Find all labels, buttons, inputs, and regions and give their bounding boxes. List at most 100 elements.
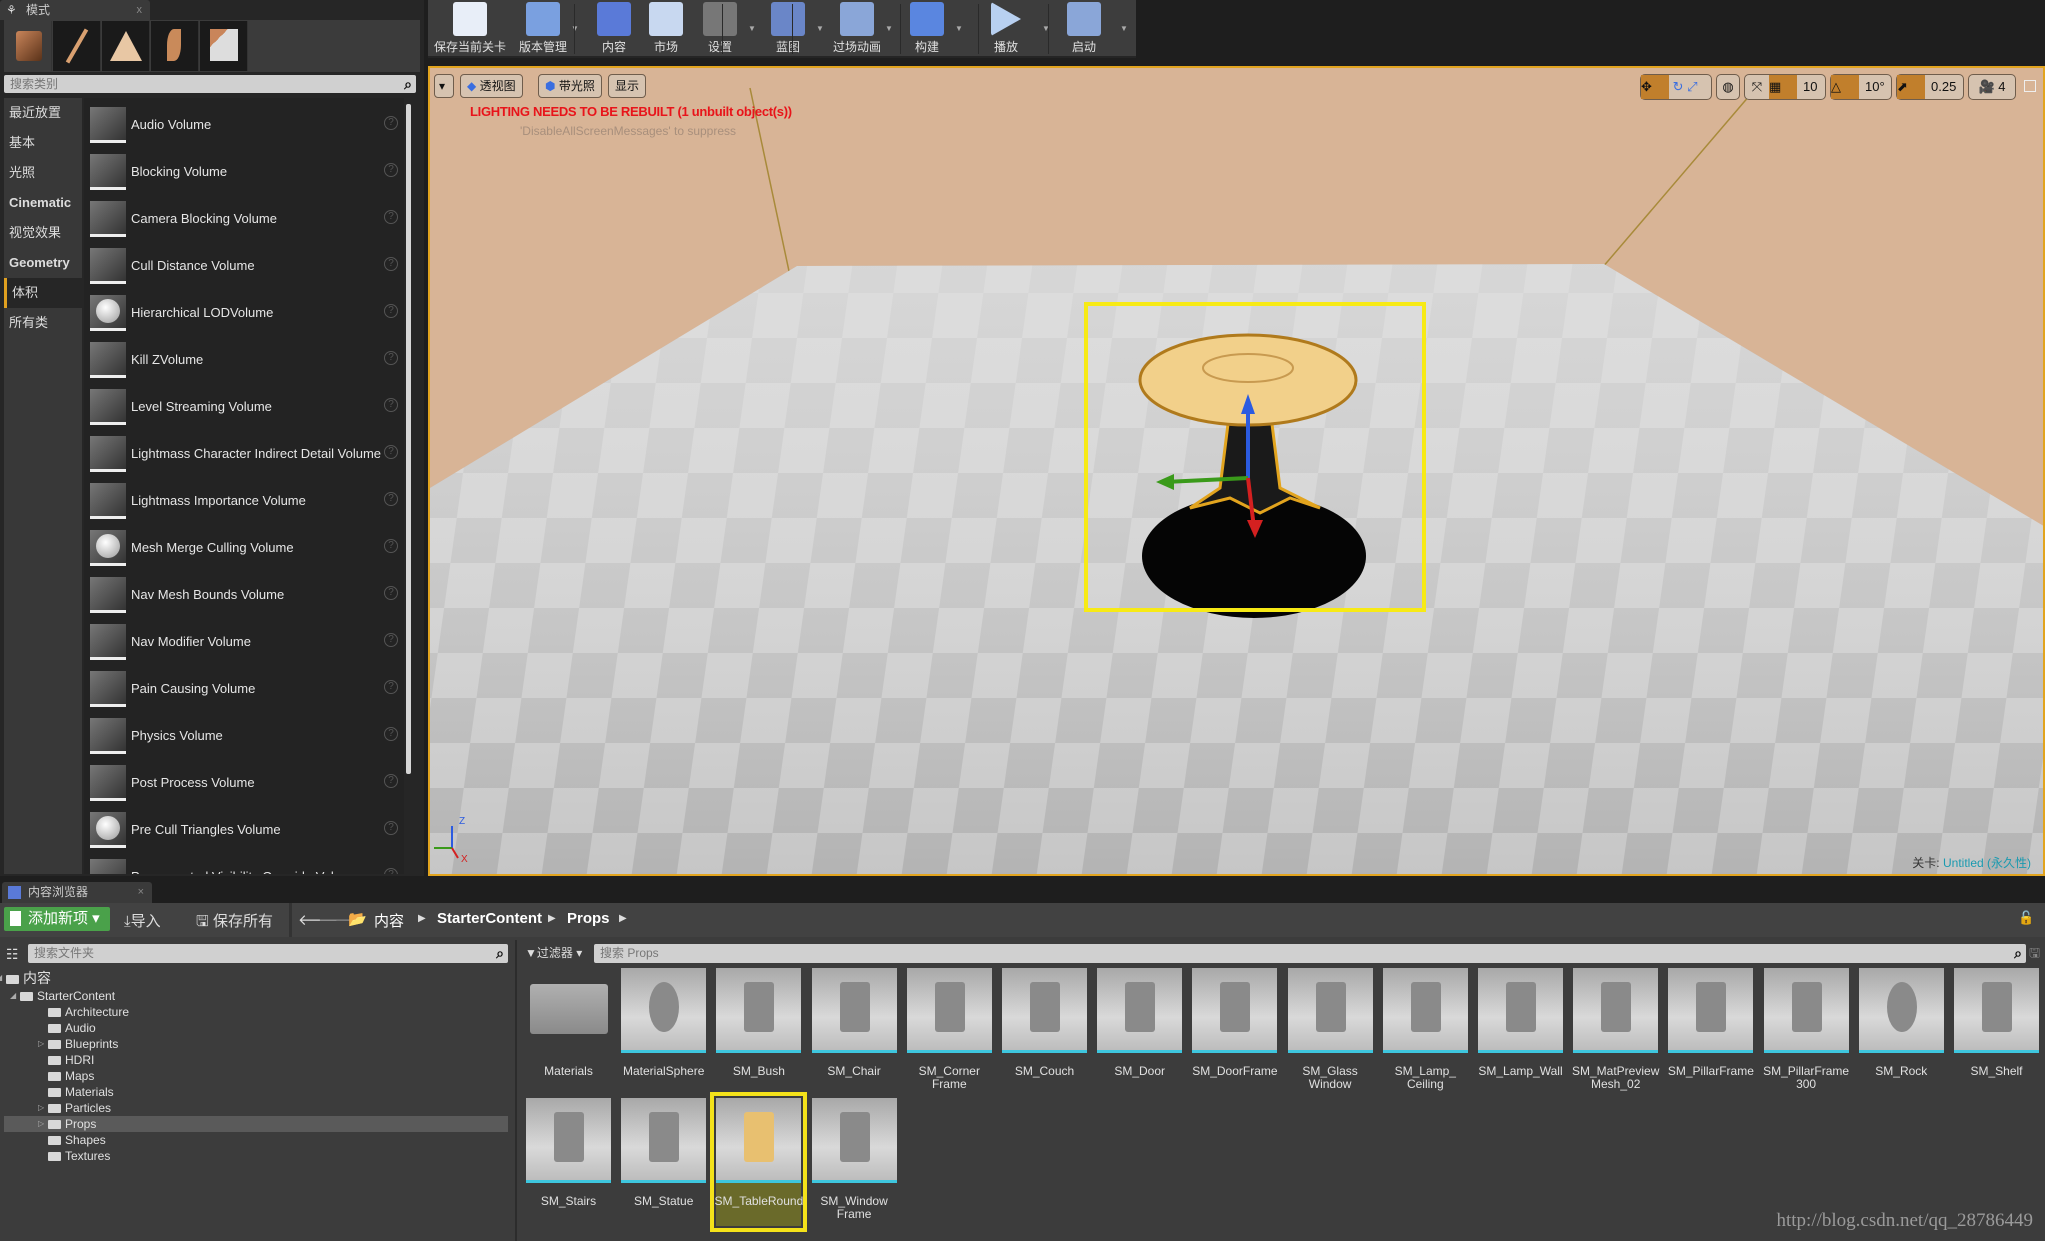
close-icon[interactable]: x	[137, 0, 143, 20]
level-viewport[interactable]: Z X ▾ ◆ 透视图 ⬢ 带光照 显示 LIGHTING NEEDS TO B…	[428, 66, 2045, 876]
category-item[interactable]: 视觉效果	[4, 218, 82, 248]
lock-icon[interactable]: 🔓	[2018, 910, 2034, 926]
asset-tile[interactable]: Materials	[526, 968, 611, 1096]
help-icon[interactable]: ?	[384, 304, 398, 318]
tree-folder-item[interactable]: ▷ Props	[38, 1116, 96, 1132]
camera-speed-button[interactable]: 🎥 4	[1968, 74, 2016, 100]
asset-tile[interactable]: SM_TableRound	[710, 1092, 808, 1232]
breadcrumb-content[interactable]: 内容	[374, 910, 404, 931]
volume-list-scrollbar[interactable]	[406, 104, 411, 774]
category-item[interactable]: 光照	[4, 158, 82, 188]
help-icon[interactable]: ?	[384, 210, 398, 224]
rotation-snap-group[interactable]: △ 10°	[1830, 74, 1892, 100]
tree-folder-item[interactable]: HDRI	[48, 1052, 94, 1068]
category-item[interactable]: 所有类	[4, 308, 82, 338]
volume-list-item[interactable]: Hierarchical LODVolume?	[90, 290, 400, 337]
asset-tile[interactable]: SM_Stairs	[526, 1098, 611, 1226]
expand-arrow-icon[interactable]: ▷	[38, 1036, 44, 1052]
volume-list-item[interactable]: Level Streaming Volume?	[90, 384, 400, 431]
asset-tile[interactable]: SM_Window Frame	[811, 1098, 897, 1226]
dropdown-arrow-icon[interactable]: ▼	[1120, 24, 1128, 33]
scale-snap-icon[interactable]: ⬈	[1897, 75, 1925, 99]
save-search-icon[interactable]: 🖫	[2029, 944, 2040, 966]
angle-icon[interactable]: △	[1831, 75, 1859, 99]
tree-folder-item[interactable]: Audio	[48, 1020, 96, 1036]
asset-tile[interactable]: SM_Door	[1097, 968, 1183, 1096]
help-icon[interactable]: ?	[384, 868, 398, 874]
volume-list-item[interactable]: Audio Volume?	[90, 102, 400, 149]
help-icon[interactable]: ?	[384, 398, 398, 412]
volume-list-item[interactable]: Lightmass Character Indirect Detail Volu…	[90, 431, 400, 478]
asset-tile[interactable]: SM_Rock	[1858, 968, 1944, 1096]
volume-list-item[interactable]: Cull Distance Volume?	[90, 243, 400, 290]
grid-snap-group[interactable]: ⤧ ▦ 10	[1744, 74, 1826, 100]
breadcrumb-props[interactable]: Props	[567, 910, 610, 927]
tree-folder-item[interactable]: Textures	[48, 1148, 110, 1164]
asset-search-input[interactable]: 搜索 Props ⌕	[594, 944, 2026, 963]
category-item[interactable]: 体积	[4, 278, 82, 308]
asset-tile[interactable]: SM_Lamp_Wall	[1478, 968, 1563, 1096]
asset-tile[interactable]: SM_Lamp_ Ceiling	[1382, 968, 1468, 1096]
help-icon[interactable]: ?	[384, 586, 398, 600]
place-mode-button[interactable]	[4, 21, 52, 71]
world-local-toggle[interactable]: ◍	[1716, 74, 1740, 100]
help-icon[interactable]: ?	[384, 774, 398, 788]
add-new-button[interactable]: 添加新项 ▾	[4, 907, 110, 931]
asset-tile[interactable]: SM_MatPreview Mesh_02	[1572, 968, 1659, 1096]
grid-snap-value[interactable]: 10	[1797, 79, 1817, 94]
volume-list-item[interactable]: Kill ZVolume?	[90, 337, 400, 384]
geometry-mode-button[interactable]	[200, 21, 248, 71]
category-search-input[interactable]: 搜索类别 ⌕	[4, 75, 416, 93]
breadcrumb-arrow-icon[interactable]: ▶	[619, 913, 627, 924]
viewport-options-dropdown[interactable]: ▾	[434, 74, 454, 98]
content-browser-tab[interactable]: 内容浏览器 ×	[2, 882, 152, 903]
category-item[interactable]: Cinematic	[4, 188, 82, 218]
folder-search-input[interactable]: 搜索文件夹 ⌕	[28, 944, 508, 963]
dropdown-arrow-icon[interactable]: ▼	[955, 24, 963, 33]
help-icon[interactable]: ?	[384, 727, 398, 741]
landscape-mode-button[interactable]	[102, 21, 150, 71]
tree-folder-item[interactable]: Maps	[48, 1068, 94, 1084]
volume-list-item[interactable]: Pain Causing Volume?	[90, 666, 400, 713]
lit-mode-button[interactable]: ⬢ 带光照	[538, 74, 602, 98]
category-item[interactable]: 基本	[4, 128, 82, 158]
toggle-sources-icon[interactable]: ☷	[6, 946, 19, 963]
category-item[interactable]: 最近放置	[4, 98, 82, 128]
filter-button[interactable]: ▼过滤器 ▾	[525, 944, 582, 961]
expand-arrow-icon[interactable]: ◢	[0, 970, 2, 986]
volume-list-item[interactable]: Mesh Merge Culling Volume?	[90, 525, 400, 572]
tree-folder-item[interactable]: ◢ 内容	[0, 970, 51, 986]
rotation-snap-value[interactable]: 10°	[1859, 79, 1885, 94]
asset-tile[interactable]: SM_PillarFrame 300	[1763, 968, 1849, 1096]
paint-mode-button[interactable]	[53, 21, 101, 71]
foliage-mode-button[interactable]	[151, 21, 199, 71]
help-icon[interactable]: ?	[384, 680, 398, 694]
tree-folder-item[interactable]: ▷ Blueprints	[38, 1036, 118, 1052]
save-all-button[interactable]: 🖫 保存所有	[196, 910, 273, 936]
breadcrumb-arrow-icon[interactable]: ▶	[548, 913, 556, 924]
tree-folder-item[interactable]: Shapes	[48, 1132, 106, 1148]
asset-tile[interactable]: MaterialSphere	[621, 968, 707, 1096]
rotate-icon[interactable]: ↻	[1669, 79, 1687, 94]
tree-folder-item[interactable]: Materials	[48, 1084, 114, 1100]
transform-mode-group[interactable]: ✥ ↻ ⤢	[1640, 74, 1712, 100]
volume-list-item[interactable]: Blocking Volume?	[90, 149, 400, 196]
help-icon[interactable]: ?	[384, 116, 398, 130]
volume-list-item[interactable]: Nav Modifier Volume?	[90, 619, 400, 666]
asset-tile[interactable]: SM_PillarFrame	[1668, 968, 1754, 1096]
help-icon[interactable]: ?	[384, 492, 398, 506]
category-item[interactable]: Geometry	[4, 248, 82, 278]
asset-tile[interactable]: SM_Statue	[621, 1098, 707, 1226]
breadcrumb-startercontent[interactable]: StarterContent	[437, 910, 542, 927]
tree-folder-item[interactable]: ◢ StarterContent	[10, 988, 115, 1004]
scale-icon[interactable]: ⤢	[1687, 79, 1697, 94]
help-icon[interactable]: ?	[384, 821, 398, 835]
show-button[interactable]: 显示	[608, 74, 647, 98]
toolbar-button-0[interactable]: 保存当前关卡	[430, 2, 510, 55]
level-name-link[interactable]: Untitled (永久性)	[1943, 856, 2031, 870]
asset-tile[interactable]: SM_Glass Window	[1287, 968, 1373, 1096]
volume-list-item[interactable]: Camera Blocking Volume?	[90, 196, 400, 243]
asset-tile[interactable]: SM_Shelf	[1954, 968, 2039, 1096]
volume-list-item[interactable]: Precomputed Visibility Override Volume?	[90, 854, 400, 874]
tree-folder-item[interactable]: Architecture	[48, 1004, 129, 1020]
